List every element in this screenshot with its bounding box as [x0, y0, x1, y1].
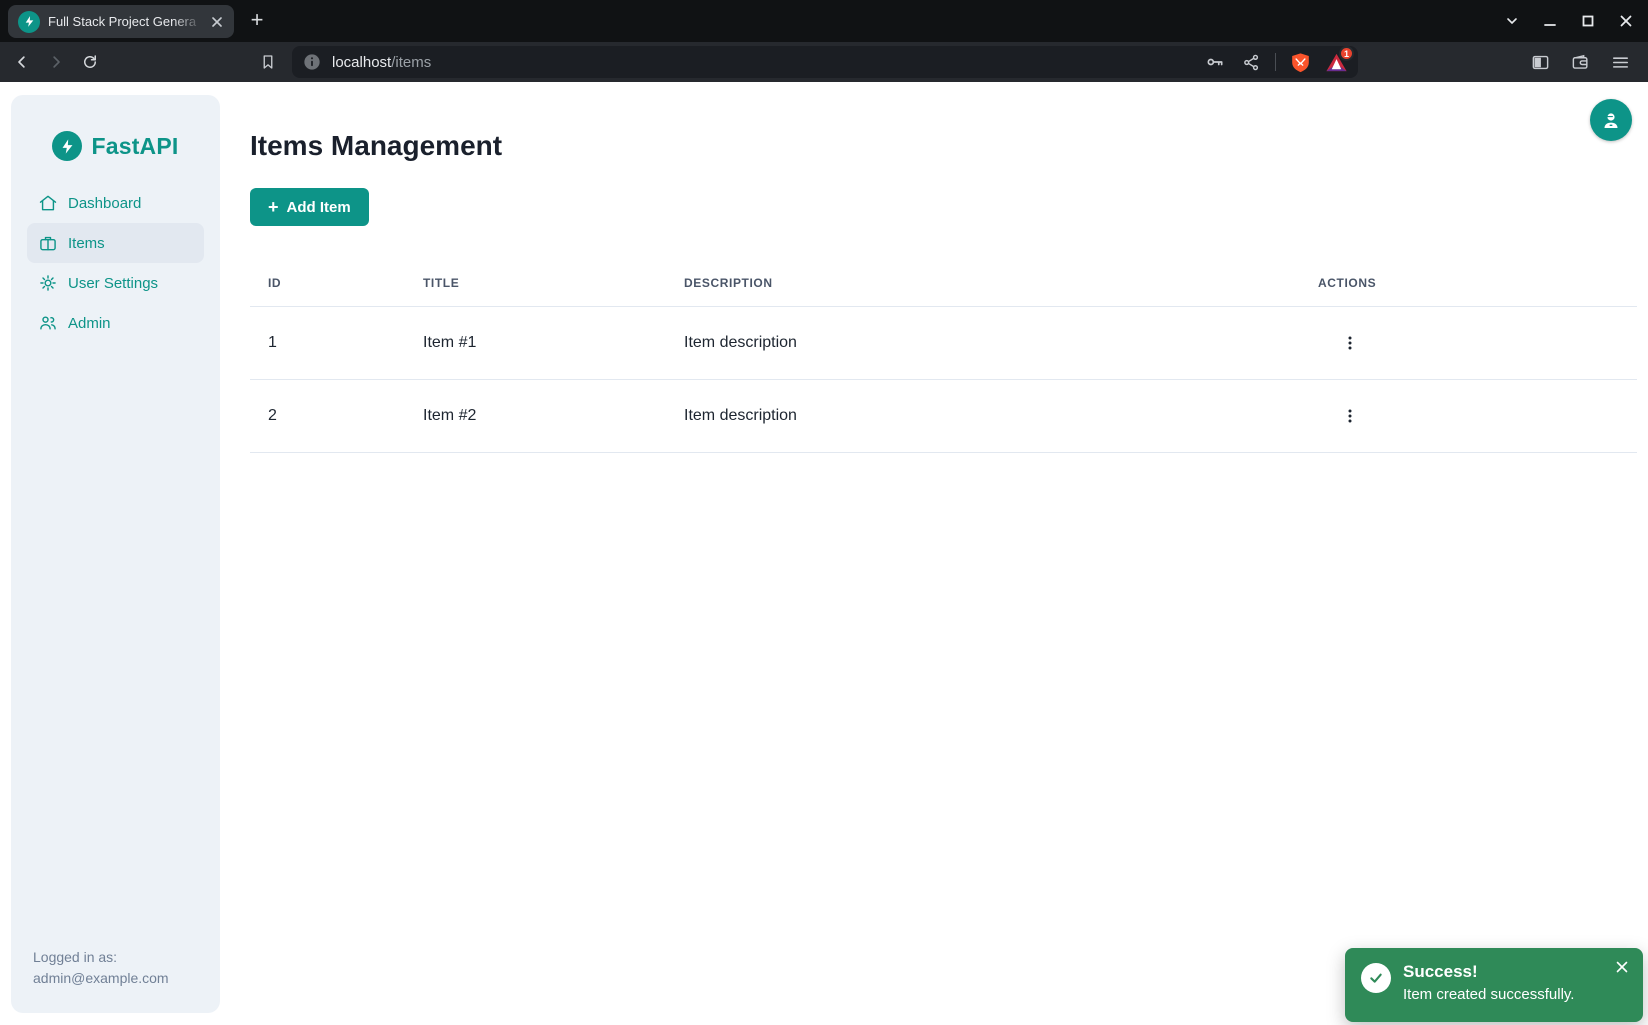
home-icon	[38, 193, 58, 213]
forward-button[interactable]	[42, 48, 70, 76]
back-button[interactable]	[8, 48, 36, 76]
row-actions-kebab-icon[interactable]	[1336, 402, 1364, 430]
cell-title: Item #1	[423, 306, 684, 379]
sidebar-item-items[interactable]: Items	[27, 223, 204, 263]
logged-in-label: Logged in as:	[33, 947, 169, 968]
column-header-id: ID	[250, 260, 423, 306]
tab-title: Full Stack Project Genera	[48, 14, 208, 29]
toast-message: Item created successfully.	[1403, 984, 1574, 1006]
cell-description: Item description	[684, 306, 1318, 379]
reload-button[interactable]	[76, 48, 104, 76]
sidebar-toggle-icon[interactable]	[1526, 48, 1554, 76]
browser-tab[interactable]: Full Stack Project Genera	[8, 5, 234, 38]
items-table: ID TITLE DESCRIPTION ACTIONS 1 Item #1 I…	[250, 260, 1637, 453]
window-maximize-button[interactable]	[1576, 9, 1600, 33]
plus-icon: +	[268, 198, 279, 216]
fastapi-logo-text: FastAPI	[91, 133, 178, 160]
share-icon[interactable]	[1239, 50, 1263, 74]
logged-in-email: admin@example.com	[33, 968, 169, 989]
menu-hamburger-icon[interactable]	[1606, 48, 1634, 76]
check-circle-icon	[1361, 963, 1391, 993]
brave-rewards-bat-icon[interactable]: 1	[1324, 50, 1348, 74]
cell-id: 1	[250, 306, 423, 379]
site-info-icon[interactable]	[302, 52, 322, 72]
success-toast: Success! Item created successfully.	[1345, 948, 1643, 1022]
briefcase-icon	[38, 233, 58, 253]
page: FastAPI Dashboard Items User Settings Ad…	[0, 82, 1648, 1025]
add-item-button[interactable]: + Add Item	[250, 188, 369, 226]
bookmark-icon[interactable]	[254, 48, 282, 76]
sidebar: FastAPI Dashboard Items User Settings Ad…	[11, 95, 220, 1013]
window-minimize-button[interactable]	[1538, 9, 1562, 33]
page-title: Items Management	[250, 130, 1637, 162]
users-icon	[38, 313, 58, 333]
sidebar-item-label: User Settings	[68, 275, 158, 292]
tab-close-icon[interactable]	[208, 13, 226, 31]
cell-description: Item description	[684, 379, 1318, 452]
browser-toolbar: localhost/items 1	[0, 42, 1648, 82]
column-header-actions: ACTIONS	[1318, 260, 1637, 306]
toolbar-divider	[1275, 53, 1276, 71]
tab-search-chevron-icon[interactable]	[1500, 9, 1524, 33]
window-close-button[interactable]	[1614, 9, 1638, 33]
new-tab-button[interactable]: +	[244, 8, 270, 34]
column-header-title: TITLE	[423, 260, 684, 306]
fastapi-logo-icon	[52, 131, 82, 161]
main-content: Items Management + Add Item ID TITLE DES…	[250, 82, 1637, 453]
column-header-description: DESCRIPTION	[684, 260, 1318, 306]
sidebar-item-user-settings[interactable]: User Settings	[27, 263, 204, 303]
url-path: /items	[391, 54, 431, 71]
user-avatar-button[interactable]	[1590, 99, 1632, 141]
table-row: 2 Item #2 Item description	[250, 379, 1637, 452]
add-item-label: Add Item	[287, 199, 351, 216]
fastapi-logo: FastAPI	[11, 131, 220, 161]
wallet-icon[interactable]	[1566, 48, 1594, 76]
sidebar-nav: Dashboard Items User Settings Admin	[11, 183, 220, 343]
sidebar-item-label: Dashboard	[68, 195, 141, 212]
sidebar-item-admin[interactable]: Admin	[27, 303, 204, 343]
sidebar-item-label: Items	[68, 235, 105, 252]
cell-title: Item #2	[423, 379, 684, 452]
address-bar[interactable]: localhost/items 1	[292, 46, 1358, 78]
table-row: 1 Item #1 Item description	[250, 306, 1637, 379]
sidebar-item-dashboard[interactable]: Dashboard	[27, 183, 204, 223]
user-icon	[1599, 108, 1623, 132]
brave-shields-icon[interactable]	[1288, 50, 1312, 74]
browser-tabstrip: Full Stack Project Genera +	[0, 0, 1648, 42]
cell-id: 2	[250, 379, 423, 452]
toast-title: Success!	[1403, 960, 1574, 984]
row-actions-kebab-icon[interactable]	[1336, 329, 1364, 357]
table-header-row: ID TITLE DESCRIPTION ACTIONS	[250, 260, 1637, 306]
url-host: localhost	[332, 54, 391, 71]
gear-icon	[38, 273, 58, 293]
logged-in-info: Logged in as: admin@example.com	[33, 947, 169, 989]
fastapi-favicon-icon	[18, 11, 40, 33]
url-text: localhost/items	[332, 54, 431, 71]
toast-close-icon[interactable]	[1613, 958, 1631, 976]
sidebar-item-label: Admin	[68, 315, 111, 332]
rewards-badge: 1	[1339, 46, 1354, 61]
password-key-icon[interactable]	[1203, 50, 1227, 74]
